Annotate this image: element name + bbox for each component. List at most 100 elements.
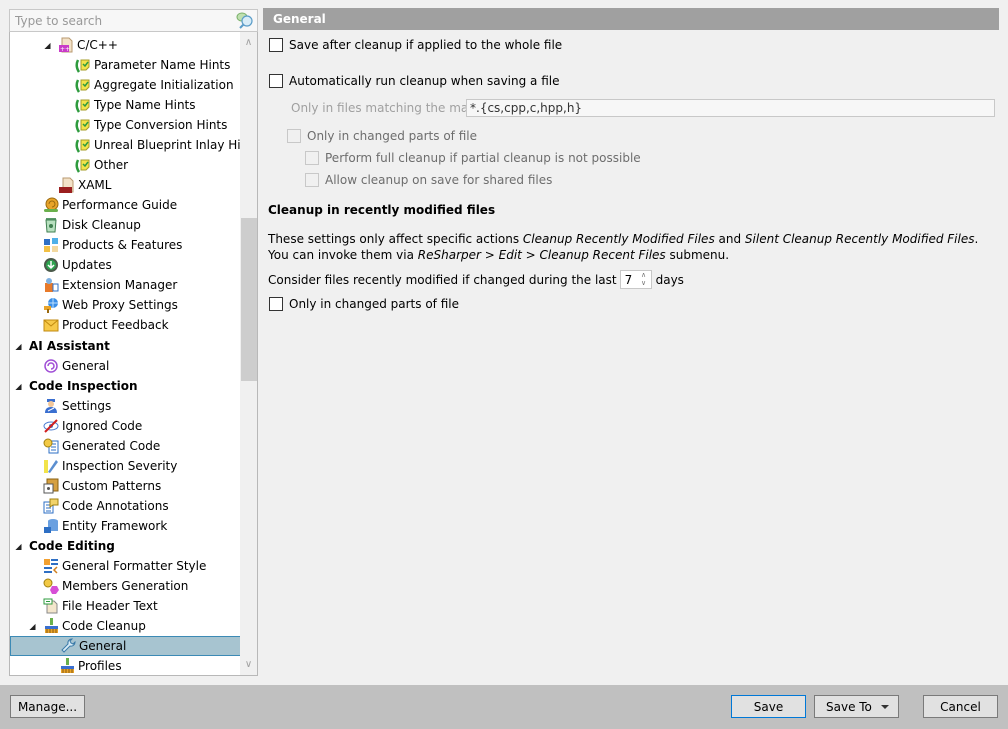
file-mask-input[interactable] — [466, 99, 995, 117]
tree-item[interactable]: Entity Framework — [10, 516, 241, 536]
scroll-down-icon[interactable]: ∨ — [240, 656, 257, 673]
tree-item[interactable]: ◢ ++ C/C++ — [10, 35, 241, 55]
spin-down-icon[interactable]: ∨ — [639, 279, 649, 287]
ai-spiral-icon — [44, 359, 58, 373]
tree-item[interactable]: ◢ Code Editing — [10, 536, 241, 556]
tree-item[interactable]: Type Conversion Hints — [10, 115, 241, 135]
checkbox-label: Only in changed parts of file — [307, 129, 477, 143]
tree-item-label: XAML — [78, 178, 112, 192]
tree-item-label: Generated Code — [62, 439, 161, 453]
allow-shared-files-checkbox[interactable]: Allow cleanup on save for shared files — [305, 173, 552, 187]
spinner-buttons[interactable]: ∧ ∨ — [639, 271, 649, 288]
cpp-file-icon: ++ — [59, 37, 73, 53]
desc-text: These settings only affect specific acti… — [268, 232, 523, 246]
full-cleanup-if-partial-impossible-checkbox[interactable]: Perform full cleanup if partial cleanup … — [305, 151, 641, 165]
tree-vertical-scrollbar[interactable]: ∧ ∨ — [240, 32, 257, 675]
dropdown-arrow-icon[interactable] — [881, 705, 889, 709]
checkbox-box[interactable] — [305, 173, 319, 187]
extension-manager-icon — [45, 278, 59, 292]
desc-text: and — [714, 232, 745, 246]
tree-item[interactable]: Generated Code — [10, 436, 241, 456]
tree-item[interactable]: Settings — [10, 396, 241, 416]
search-input[interactable] — [15, 13, 225, 29]
inspector-person-icon — [45, 399, 57, 413]
tree-item[interactable]: Product Feedback — [10, 315, 241, 335]
tree-item[interactable]: Unreal Blueprint Inlay Hints — [10, 135, 257, 155]
expand-arrow-icon[interactable]: ◢ — [14, 342, 23, 351]
dialog-footer: Manage... Save Save To Cancel — [0, 685, 1008, 729]
recent-only-changed-parts-checkbox[interactable]: Only in changed parts of file — [269, 297, 459, 311]
checkbox-box[interactable] — [269, 297, 283, 311]
cancel-button[interactable]: Cancel — [923, 695, 998, 718]
tree-item-label: Product Feedback — [62, 318, 169, 332]
auto-run-on-save-checkbox[interactable]: Automatically run cleanup when saving a … — [269, 74, 560, 88]
tree-item[interactable]: ◢ AI Assistant — [10, 336, 241, 356]
checkbox-box[interactable] — [305, 151, 319, 165]
tree-item-label: Disk Cleanup — [62, 218, 141, 232]
scroll-up-icon[interactable]: ∧ — [240, 34, 257, 51]
checkbox-box[interactable] — [269, 74, 283, 88]
tree-item[interactable]: Disk Cleanup — [10, 215, 241, 235]
tree-item[interactable]: Updates — [10, 255, 241, 275]
tree-item[interactable]: Web Proxy Settings — [10, 295, 241, 315]
tree-item[interactable]: Products & Features — [10, 235, 241, 255]
spin-up-icon[interactable]: ∧ — [639, 271, 649, 279]
expand-arrow-icon[interactable]: ◢ — [28, 622, 37, 631]
tree-item-label: Products & Features — [62, 238, 183, 252]
tree-item[interactable]: Performance Guide — [10, 195, 241, 215]
days-spinner[interactable]: ∧ ∨ — [619, 270, 652, 289]
tree-item[interactable]: Ignored Code — [10, 416, 241, 436]
tree-item[interactable]: ◢ Code Cleanup — [10, 616, 241, 636]
save-to-button[interactable]: Save To — [814, 695, 899, 718]
checkbox-label: Perform full cleanup if partial cleanup … — [325, 151, 641, 165]
save-button[interactable]: Save — [731, 695, 806, 718]
tree-item[interactable]: File Header Text — [10, 596, 241, 616]
tree-item-label: Aggregate Initialization — [94, 78, 234, 92]
tree-item-label: General — [79, 639, 127, 653]
file-header-icon — [43, 598, 58, 614]
days-prefix-label: Consider files recently modified if chan… — [268, 272, 617, 287]
manage-button[interactable]: Manage... — [10, 695, 85, 718]
generated-code-icon — [43, 438, 59, 454]
inlay-hint-icon — [75, 59, 90, 73]
tree-item[interactable]: Parameter Name Hints — [10, 55, 241, 75]
save-after-cleanup-checkbox[interactable]: Save after cleanup if applied to the who… — [269, 38, 562, 52]
inlay-hint-icon — [75, 159, 90, 173]
scrollbar-thumb[interactable] — [241, 218, 257, 381]
days-input[interactable] — [620, 272, 635, 287]
entity-framework-icon — [44, 519, 58, 533]
tree-item-label: Unreal Blueprint Inlay Hints — [94, 138, 258, 152]
update-download-icon — [44, 258, 58, 272]
tree-item[interactable]: Aggregate Initialization — [10, 75, 241, 95]
tree-item[interactable]: Members Generation — [10, 576, 241, 596]
only-changed-parts-checkbox[interactable]: Only in changed parts of file — [287, 129, 477, 143]
checkbox-label: Only in changed parts of file — [289, 297, 459, 311]
tree-item[interactable]: Custom Patterns — [10, 476, 241, 496]
web-proxy-icon — [44, 298, 58, 313]
tree-item[interactable]: XAML — [10, 175, 241, 195]
expand-arrow-icon[interactable]: ◢ — [14, 542, 23, 551]
tree-item[interactable]: General — [10, 356, 241, 376]
tree-item[interactable]: Profiles — [10, 656, 241, 675]
tree-item-label: Web Proxy Settings — [62, 298, 178, 312]
tree-item[interactable]: Code Annotations — [10, 496, 241, 516]
checkbox-box[interactable] — [287, 129, 301, 143]
search-icon[interactable] — [236, 12, 254, 29]
svg-text:++: ++ — [60, 46, 70, 53]
tree-item[interactable]: General Formatter Style — [10, 556, 241, 576]
tree-item-label: Settings — [62, 399, 112, 413]
search-box[interactable] — [9, 9, 258, 32]
severity-marker-icon — [44, 460, 58, 473]
recent-files-description: These settings only affect specific acti… — [268, 231, 998, 263]
tree-item-label: Members Generation — [62, 579, 189, 593]
tree-item[interactable]: Type Name Hints — [10, 95, 241, 115]
tree-item[interactable]: Other — [10, 155, 241, 175]
tree-item-label: Other — [94, 158, 129, 172]
checkbox-box[interactable] — [269, 38, 283, 52]
tree-item[interactable]: General — [10, 636, 241, 656]
tree-item[interactable]: Inspection Severity — [10, 456, 241, 476]
tree-item[interactable]: Extension Manager — [10, 275, 241, 295]
tree-item[interactable]: ◢ Code Inspection — [10, 376, 241, 396]
expand-arrow-icon[interactable]: ◢ — [43, 41, 52, 50]
expand-arrow-icon[interactable]: ◢ — [14, 382, 23, 391]
